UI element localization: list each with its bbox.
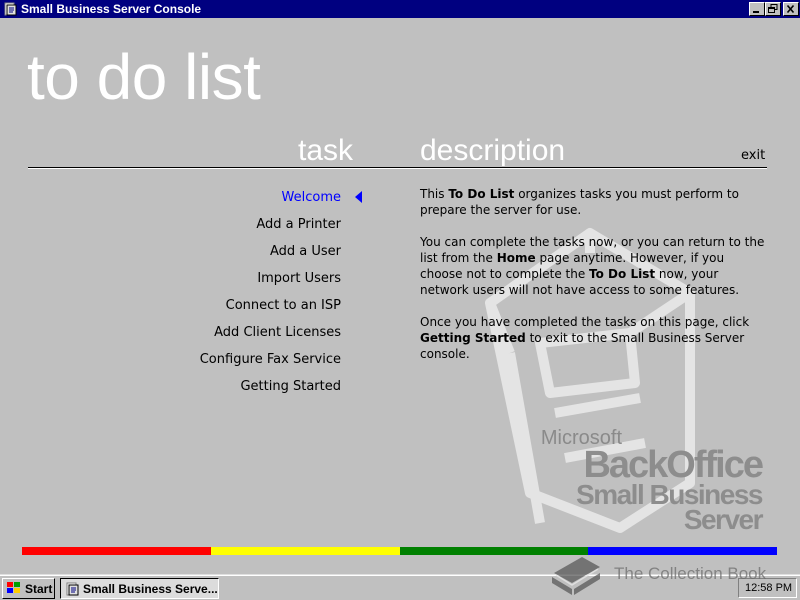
windows-flag-icon	[7, 582, 20, 593]
clock[interactable]: 12:58 PM	[745, 582, 792, 594]
task-add-client-licenses[interactable]: Add Client Licenses	[214, 325, 341, 340]
task-column-header: task	[298, 134, 354, 167]
header-divider	[28, 167, 767, 169]
close-icon	[786, 4, 795, 14]
color-stripe	[22, 547, 777, 555]
task-connect-isp[interactable]: Connect to an ISP	[226, 298, 341, 313]
task-getting-started[interactable]: Getting Started	[240, 379, 341, 394]
task-add-printer[interactable]: Add a Printer	[256, 217, 341, 232]
restore-button[interactable]	[765, 2, 781, 16]
backoffice-sbs-logo: Microsoft BackOffice Small Business Serv…	[540, 427, 764, 535]
description-column-header: description	[420, 134, 566, 167]
minimize-icon	[753, 11, 759, 13]
close-button[interactable]	[783, 2, 799, 16]
restore-icon	[768, 4, 778, 13]
minimize-button[interactable]	[749, 2, 765, 16]
title-bar[interactable]: Small Business Server Console	[0, 0, 800, 18]
task-import-users[interactable]: Import Users	[257, 271, 341, 286]
left-triangle-icon	[355, 191, 362, 203]
taskbar-window-label: Small Business Serve...	[83, 582, 218, 596]
task-add-user[interactable]: Add a User	[270, 244, 341, 259]
window-title: Small Business Server Console	[21, 2, 202, 16]
color-stripe-blue	[588, 547, 777, 555]
sbs-console-icon	[4, 2, 17, 16]
description-paragraph-3: Once you have completed the tasks on thi…	[420, 315, 750, 361]
page-title: to do list	[27, 41, 261, 113]
start-button[interactable]: Start	[2, 578, 55, 599]
task-welcome[interactable]: Welcome	[282, 190, 341, 205]
system-tray: 12:58 PM	[738, 578, 797, 598]
taskbar: Start Small Business Serve... 12:58 PM	[0, 574, 800, 600]
start-label: Start	[25, 582, 53, 596]
description-paragraph-2: You can complete the tasks now, or you c…	[420, 235, 765, 297]
taskbar-window-button[interactable]: Small Business Serve...	[60, 578, 219, 599]
task-configure-fax[interactable]: Configure Fax Service	[200, 352, 341, 367]
console-client-area: to do list task description exit Welcome…	[0, 18, 800, 574]
exit-link[interactable]: exit	[741, 148, 765, 163]
task-description: This To Do List organizes tasks you must…	[420, 186, 765, 378]
sbs-console-icon	[66, 582, 79, 596]
description-paragraph-1: This To Do List organizes tasks you must…	[420, 187, 739, 217]
color-stripe-yellow	[210, 547, 400, 555]
color-stripe-green	[399, 547, 589, 555]
color-stripe-red	[22, 547, 211, 555]
